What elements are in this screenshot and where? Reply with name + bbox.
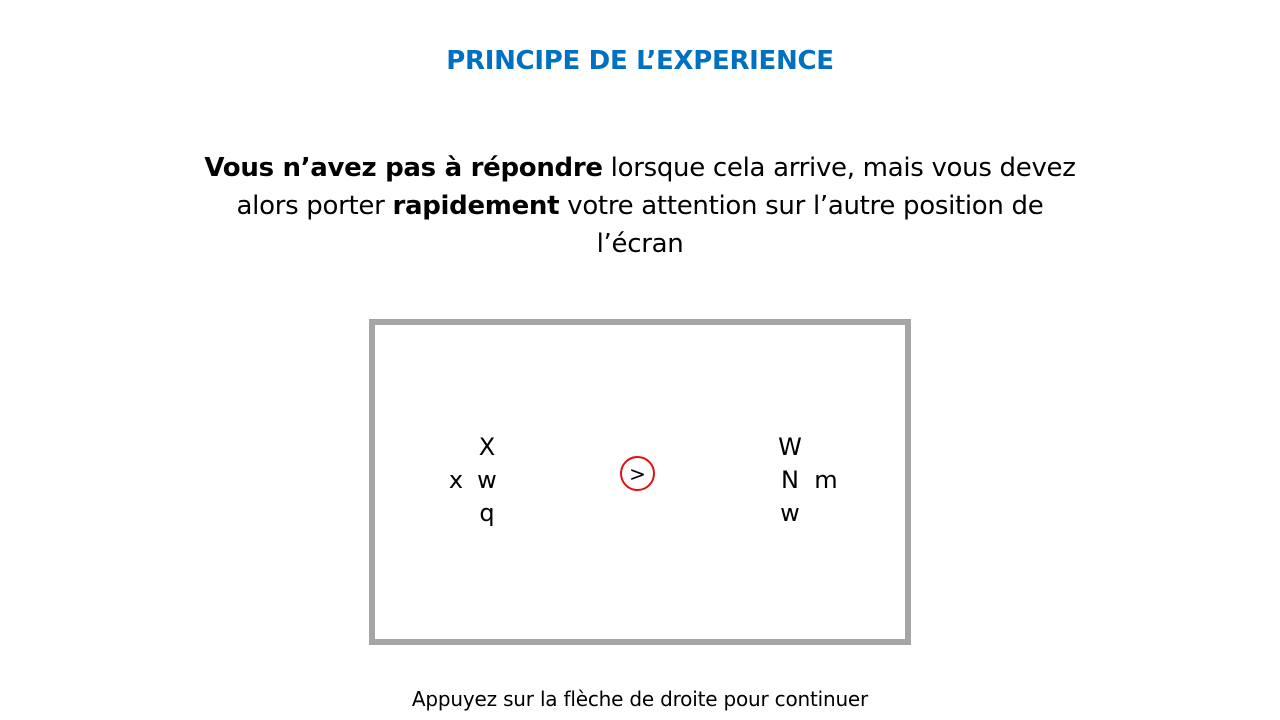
left-cluster-center-letter: w: [477, 466, 497, 494]
right-cluster-center-letter: N: [781, 466, 799, 494]
right-cluster-bottom-letter: w: [780, 499, 800, 527]
fixation-arrow-symbol: >: [629, 461, 646, 486]
instruction-text: Vous n’avez pas à répondre lorsque cela …: [200, 149, 1080, 263]
left-cluster-left-letter: x: [448, 466, 464, 494]
fixation-circle: >: [620, 456, 655, 491]
instruction-text-part4: votre attention sur l’autre position de …: [559, 191, 1044, 259]
instruction-slide: PRINCIPE DE L’EXPERIENCE Vous n’avez pas…: [0, 0, 1280, 720]
instruction-bold-no-response: Vous n’avez pas à répondre: [204, 153, 603, 183]
left-cluster-top-letter: X: [478, 433, 496, 461]
left-cluster-bottom-letter: q: [479, 499, 495, 527]
stimulus-frame: X x w q > W N m w: [369, 319, 911, 645]
slide-title: PRINCIPE DE L’EXPERIENCE: [446, 46, 834, 76]
instruction-bold-quickly: rapidement: [392, 191, 560, 221]
right-cluster-right-letter: m: [814, 466, 838, 494]
right-cluster-top-letter: W: [778, 433, 802, 461]
continue-prompt: Appuyez sur la flèche de droite pour con…: [411, 687, 869, 711]
